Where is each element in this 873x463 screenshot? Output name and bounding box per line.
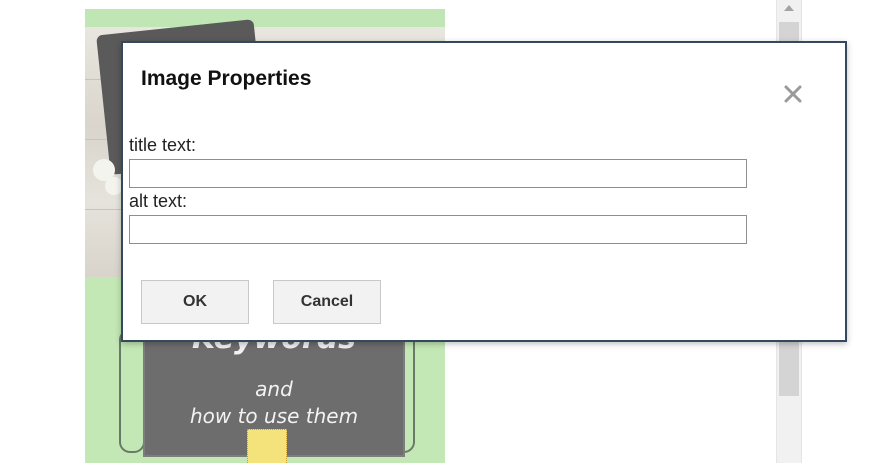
frame-ornament xyxy=(119,329,145,453)
page: Keywords and how to use them Image Prope… xyxy=(0,0,873,463)
dialog-title: Image Properties xyxy=(141,67,312,90)
alt-text-input[interactable] xyxy=(129,215,747,244)
ok-button[interactable]: OK xyxy=(141,280,249,324)
logo-badge xyxy=(247,429,287,463)
board-caption-text: how to use them xyxy=(189,404,359,428)
title-text-label: title text: xyxy=(129,135,197,155)
cancel-button[interactable]: Cancel xyxy=(273,280,381,324)
board-subtitle-text: and xyxy=(255,377,293,401)
alt-text-label: alt text: xyxy=(129,191,188,211)
title-text-input[interactable] xyxy=(129,159,747,188)
chevron-up-icon[interactable] xyxy=(784,5,794,11)
image-properties-dialog: Image Properties title text: alt text: O… xyxy=(121,41,847,342)
close-icon[interactable] xyxy=(780,81,806,107)
close-button[interactable] xyxy=(780,81,806,107)
